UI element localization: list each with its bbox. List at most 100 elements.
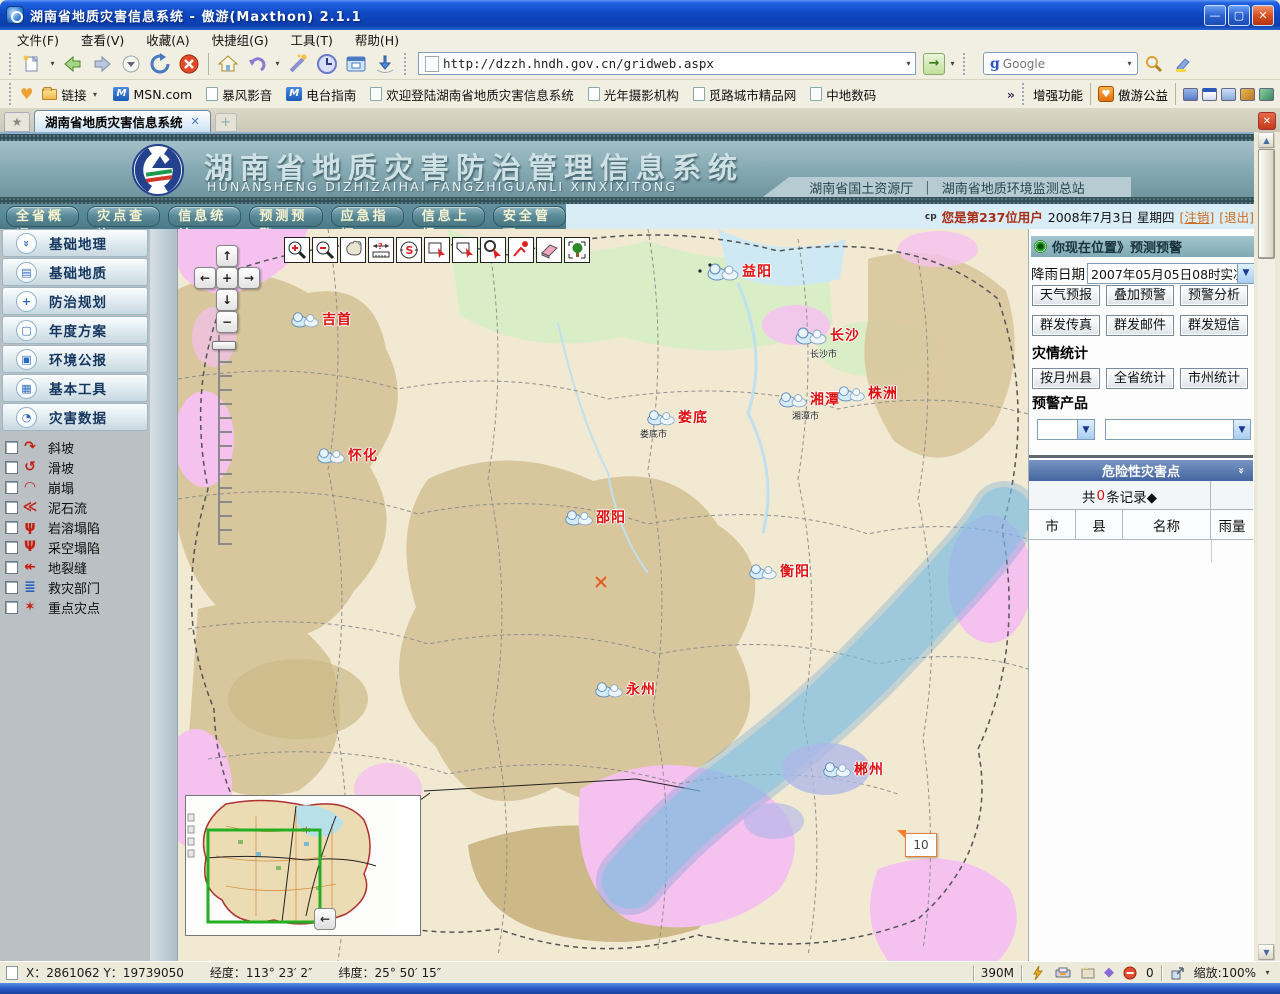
city-stats-button[interactable]: 市州统计 — [1180, 368, 1248, 389]
undo-button[interactable] — [244, 51, 270, 77]
sidebar-splitter[interactable] — [150, 229, 178, 961]
favorites-heart-icon[interactable]: ♥ — [20, 85, 33, 103]
pan-down-button[interactable]: ↓ — [216, 289, 238, 311]
magic-fill-button[interactable] — [285, 51, 311, 77]
history-clock-button[interactable] — [314, 51, 340, 77]
go-dropdown[interactable]: ▾ — [948, 59, 957, 68]
tab-active[interactable]: 湖南省地质灾害信息系统 ✕ — [34, 110, 211, 132]
map-pan-tool[interactable] — [340, 237, 366, 263]
city-marker-huaihua[interactable]: 怀化 — [316, 445, 378, 465]
tab-close-icon[interactable]: ✕ — [191, 115, 200, 128]
address-bar[interactable]: ▾ — [418, 52, 916, 75]
maximize-button[interactable]: ▢ — [1228, 5, 1250, 26]
chevrons-collapse-icon[interactable]: » — [1235, 467, 1248, 474]
map-erase-tool[interactable] — [536, 237, 562, 263]
sidebar-item-prevention-plan[interactable]: +防治规划 — [2, 287, 148, 315]
city-marker-hengyang[interactable]: 衡阳 — [748, 561, 810, 581]
menu-file[interactable]: 文件(F) — [8, 29, 68, 50]
scroll-down-button[interactable]: ▼ — [1258, 944, 1275, 961]
favorites-star-button[interactable]: ★ — [4, 112, 30, 132]
close-button[interactable]: ✕ — [1252, 5, 1274, 26]
tab-info-report[interactable]: 信息上报 — [412, 206, 485, 227]
layer-checkbox[interactable] — [5, 441, 18, 454]
rain-date-select[interactable]: 2007年05月05日08时实况 ▼ — [1087, 263, 1255, 284]
proxy-icon[interactable] — [1054, 965, 1072, 981]
zoom-slider-handle[interactable] — [212, 341, 236, 350]
pan-right-button[interactable]: → — [238, 267, 260, 289]
pan-left-button[interactable]: ← — [194, 267, 216, 289]
scrollbar-thumb[interactable] — [1258, 149, 1275, 259]
search-engine-dropdown[interactable]: ▾ — [1125, 59, 1134, 68]
page-scrollbar[interactable]: ▲ ▼ — [1258, 132, 1275, 961]
chevron-down-icon[interactable]: ▼ — [1077, 420, 1094, 439]
sidebar-item-basic-tools[interactable]: ▦基本工具 — [2, 374, 148, 402]
warning-count-flag[interactable]: 10 — [905, 833, 937, 857]
menu-help[interactable]: 帮助(H) — [346, 29, 408, 50]
menu-groups[interactable]: 快捷组(G) — [203, 29, 278, 50]
search-box[interactable]: g ▾ — [983, 52, 1138, 75]
stop-button[interactable] — [176, 51, 202, 77]
chevron-down-icon[interactable]: ▼ — [1233, 420, 1250, 439]
layer-checkbox[interactable] — [5, 561, 18, 574]
back-button[interactable] — [60, 51, 86, 77]
map-zoom-out-tool[interactable] — [312, 237, 338, 263]
pan-up-button[interactable]: ↑ — [216, 245, 238, 267]
boost-lightning-icon[interactable] — [1029, 965, 1047, 981]
close-active-tab-button[interactable]: ✕ — [1258, 112, 1276, 130]
menu-view[interactable]: 查看(V) — [72, 29, 133, 50]
layer-checkbox[interactable] — [5, 501, 18, 514]
map-select-rect-tool[interactable] — [424, 237, 450, 263]
bookmark-hunan-geohazard[interactable]: 欢迎登陆湖南省地质灾害信息系统 — [365, 83, 579, 106]
sidebar-item-env-bulletin[interactable]: ▣环境公报 — [2, 345, 148, 373]
city-marker-changsha[interactable]: 长沙 — [794, 325, 860, 345]
link-land-resources[interactable]: 湖南省国土资源厅 — [809, 178, 913, 197]
city-marker-loudi[interactable]: 娄底 — [646, 407, 708, 427]
province-stats-button[interactable]: 全省统计 — [1106, 368, 1174, 389]
overview-map[interactable]: ✶ ← — [185, 795, 421, 936]
minimize-button[interactable]: — — [1204, 5, 1226, 26]
new-window-icon[interactable] — [1079, 965, 1097, 981]
forward-button[interactable] — [89, 51, 115, 77]
map-measure-tool[interactable]: ? — [368, 237, 394, 263]
download-button[interactable] — [372, 51, 398, 77]
window-manager-button[interactable] — [343, 51, 369, 77]
new-tab-button[interactable]: + — [215, 113, 237, 132]
pen-icon[interactable] — [1240, 88, 1255, 101]
bookmark-photo[interactable]: 光年摄影机构 — [583, 83, 684, 106]
plugin-icon[interactable] — [1259, 88, 1274, 101]
maxthon-charity-link[interactable]: 傲游公益 — [1118, 85, 1168, 104]
bookmark-msn[interactable]: MMSN.com — [108, 85, 197, 104]
address-input[interactable] — [443, 56, 904, 71]
zoom-slider-track[interactable] — [218, 335, 232, 545]
refresh-button[interactable] — [147, 51, 173, 77]
zoom-dropdown[interactable]: ▾ — [1263, 968, 1272, 977]
city-marker-jishou[interactable]: 吉首 — [290, 309, 352, 329]
map-zoom-in-tool[interactable] — [284, 237, 310, 263]
tab-info-stats[interactable]: 信息统计 — [168, 206, 241, 227]
scroll-up-button[interactable]: ▲ — [1258, 132, 1275, 149]
home-button[interactable] — [215, 51, 241, 77]
overlay-warning-button[interactable]: 叠加预警 — [1106, 285, 1174, 306]
zoom-out-step-button[interactable]: − — [216, 311, 238, 333]
chevron-down-icon[interactable]: ▼ — [1237, 264, 1254, 283]
sidebar-item-base-geography[interactable]: »基础地理 — [2, 229, 148, 257]
link-geo-monitor-station[interactable]: 湖南省地质环境监测总站 — [942, 178, 1085, 197]
shield-icon[interactable]: ♥ — [1098, 86, 1114, 102]
layer-checkbox[interactable] — [5, 521, 18, 534]
city-marker-shaoyang[interactable]: 邵阳 — [564, 507, 626, 527]
city-marker-yongzhou[interactable]: 永州 — [594, 679, 656, 699]
city-marker-yiyang[interactable]: 益阳 — [706, 261, 772, 281]
notepad-icon[interactable]: ◆ — [1104, 965, 1114, 980]
window-icon[interactable] — [1202, 88, 1217, 101]
tab-emergency-command[interactable]: 应急指挥 — [331, 206, 404, 227]
danger-sites-header[interactable]: 危险性灾害点 » — [1029, 460, 1253, 481]
sidebar-item-disaster-data[interactable]: ◔灾害数据 — [2, 403, 148, 431]
tab-security-mgmt[interactable]: 安全管理 — [493, 206, 566, 227]
tab-province-overview[interactable]: 全省概况 — [6, 206, 79, 227]
bookmark-milu[interactable]: 觅路城市精品网 — [688, 83, 802, 106]
bookmark-baofeng[interactable]: 暴风影音 — [201, 83, 277, 106]
layer-checkbox[interactable] — [5, 601, 18, 614]
history-dropdown-button[interactable] — [118, 51, 144, 77]
weather-forecast-button[interactable]: 天气预报 — [1032, 285, 1100, 306]
undo-dropdown[interactable]: ▾ — [273, 59, 282, 68]
